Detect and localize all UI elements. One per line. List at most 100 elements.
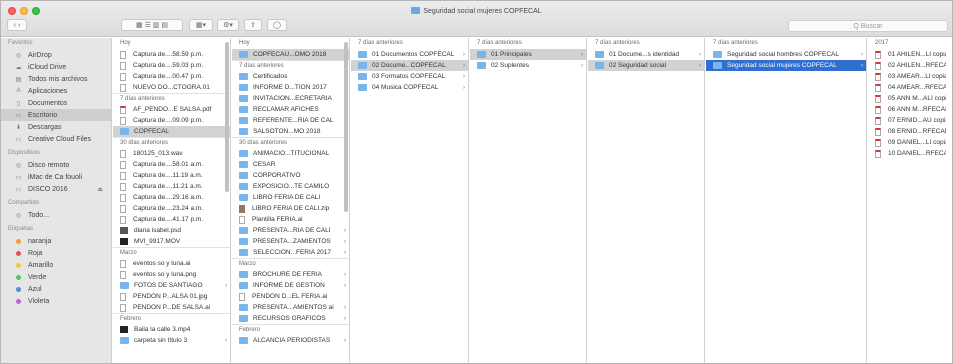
tag-button[interactable]: ◯ <box>267 19 287 31</box>
list-item[interactable]: LIBRO FERIA DE CALI› <box>232 192 349 203</box>
list-item[interactable]: PRESENTA...ZAMIENTOS › <box>232 236 349 247</box>
list-item[interactable]: 07 ERNID...AU copia.pdf <box>868 115 952 126</box>
sidebar-item[interactable]: ▭ Escritorio <box>1 109 111 121</box>
list-item[interactable]: BROCHURE DE FERIA › <box>232 269 349 280</box>
search-input[interactable]: Q Buscar <box>788 20 948 32</box>
list-item[interactable]: Captura de....59.03 p.m. <box>113 60 230 71</box>
list-item[interactable]: COPFECAU...OMO 2018› <box>232 49 349 60</box>
back-forward-button[interactable]: ‹ › <box>7 19 27 31</box>
list-item[interactable]: PENDON D...EL FERIA.ai <box>232 291 349 302</box>
list-item[interactable]: PENDON P...DE SALSA.ai <box>113 302 230 313</box>
list-item[interactable]: 01 Principales › <box>470 49 586 60</box>
sidebar-tag[interactable]: Verde <box>1 271 111 283</box>
sidebar-item[interactable]: ▭ Creative Cloud Files <box>1 133 111 145</box>
list-item[interactable]: 08 ERNID...RFECAL.pdf <box>868 126 952 137</box>
share-button[interactable]: ⇧ <box>244 19 262 31</box>
list-item[interactable]: 180125_013.wav <box>113 148 230 159</box>
sidebar-item[interactable]: ◎ Disco remoto <box>1 159 111 171</box>
sidebar-tag[interactable]: naranja <box>1 235 111 247</box>
list-item[interactable]: PRESENTA...RIA DE CALI › <box>232 225 349 236</box>
list-item[interactable]: CESAR› <box>232 159 349 170</box>
list-item[interactable]: 04 Musica COPFECAL › <box>351 82 468 93</box>
list-item[interactable]: 06 ANN M...RFECAL.pdf <box>868 104 952 115</box>
sidebar-item[interactable]: ▤ Todos mis archivos <box>1 73 111 85</box>
list-item[interactable]: RECLAMAR AFICHES› <box>232 104 349 115</box>
list-item[interactable]: 05 ANN M...ALI copia.pdf <box>868 93 952 104</box>
list-item[interactable]: 09 DANIEL...LI copia.pdf <box>868 137 952 148</box>
list-item[interactable]: eventos so y luna.png <box>113 269 230 280</box>
list-item[interactable]: Captura de....11.21 a.m. <box>113 181 230 192</box>
list-item[interactable]: Captura de....41.17 p.m. <box>113 214 230 225</box>
list-item[interactable]: Seguridad social mujeres COPFECAL › <box>706 60 866 71</box>
list-item[interactable]: INFORME D...TIÓN 2017› <box>232 82 349 93</box>
scrollbar[interactable] <box>225 42 229 192</box>
view-mode-buttons[interactable]: ▦ ☰ ▥ ▤ <box>121 19 183 31</box>
list-item[interactable]: 01 AHILEN...LI copia.pdf <box>868 49 952 60</box>
list-item[interactable]: 10 DANIEL...RFECAL.pdf <box>868 148 952 159</box>
list-item[interactable]: 01 Docume...s identidad › <box>588 49 704 60</box>
list-item[interactable]: CORPORATIVO› <box>232 170 349 181</box>
list-item[interactable]: 02 AHILEN...RFECAL.pdf <box>868 60 952 71</box>
list-item[interactable]: 01 Documentos COPFECAL › <box>351 49 468 60</box>
list-item[interactable]: PENDON P...ALSA 01.jpg <box>113 291 230 302</box>
list-item[interactable]: AF_PENDO...E SALSA.pdf <box>113 104 230 115</box>
list-item[interactable]: RECURSOS GRÁFICOS › <box>232 313 349 324</box>
list-item[interactable]: Certificados› <box>232 71 349 82</box>
list-item[interactable]: SALSOTON...MO 2018› <box>232 126 349 137</box>
sidebar-item[interactable]: ▯ Documentos <box>1 97 111 109</box>
sidebar-tag[interactable]: Roja <box>1 247 111 259</box>
list-item[interactable]: EXPOSICIÓ...TE CAMILO› <box>232 181 349 192</box>
list-item[interactable]: REFERENTE...RIA DE CAL› <box>232 115 349 126</box>
list-item[interactable]: FOTOS DE SANTIAGO › <box>113 280 230 291</box>
list-item-label: Captura de....11.19 a.m. <box>133 172 203 179</box>
list-item[interactable]: eventos so y luna.ai <box>113 258 230 269</box>
group-button[interactable]: ▦▾ <box>189 19 213 31</box>
list-item[interactable]: Captura de....11.19 a.m. <box>113 170 230 181</box>
sidebar-item[interactable]: ▭ iMac de Ca fouoli <box>1 171 111 183</box>
scrollbar[interactable] <box>344 42 348 212</box>
sidebar-tag[interactable]: Amarillo <box>1 259 111 271</box>
list-item[interactable]: ANIMACIÓ...TITUCIONAL› <box>232 148 349 159</box>
list-item[interactable]: COPFECAL› <box>113 126 230 137</box>
list-item[interactable]: diana isabel.psd <box>113 225 230 236</box>
eject-icon[interactable]: ⏏ <box>97 186 103 193</box>
list-item[interactable]: 04 AMEAR...RFECAL.pdf <box>868 82 952 93</box>
list-item[interactable]: NUEVO DO...CTOGRA.01 <box>113 82 230 93</box>
column-3: 7 días anteriores 01 Documentos COPFECAL ›… <box>351 38 469 363</box>
list-item-label: PRESENTA...AMIENTOS ai <box>253 304 334 311</box>
list-item[interactable]: ALCANCIA PERIODISTAS › <box>232 335 349 346</box>
list-item[interactable]: PRESENTA...AMIENTOS ai › <box>232 302 349 313</box>
list-item[interactable]: SELECCION...FERIA 2017 › <box>232 247 349 258</box>
list-item[interactable]: Plantilla FERIA.ai <box>232 214 349 225</box>
sidebar-item[interactable]: ◎ Todo... <box>1 209 111 221</box>
pdf-icon <box>875 105 881 114</box>
list-item[interactable]: 02 Seguridad social › <box>588 60 704 71</box>
list-item[interactable]: 02 Suplentes › <box>470 60 586 71</box>
list-item[interactable]: MVI_9917.MOV <box>113 236 230 247</box>
folder-icon <box>239 51 248 58</box>
sidebar-item[interactable]: ⬇ Descargas <box>1 121 111 133</box>
list-item[interactable]: Captura de....58.59 p.m. <box>113 49 230 60</box>
list-item[interactable]: INVITACION...ECRETARIA› <box>232 93 349 104</box>
list-item[interactable]: Seguridad social hombres COPFECAL › <box>706 49 866 60</box>
sidebar-item[interactable]: ◎ AirDrop <box>1 49 111 61</box>
pdf-icon <box>875 83 881 92</box>
list-item[interactable]: Captura de....09.09 p.m. <box>113 115 230 126</box>
sidebar-item[interactable]: A Aplicaciones <box>1 85 111 97</box>
list-item[interactable]: carpeta sin título 3 › <box>113 335 230 346</box>
sidebar-item[interactable]: ▭ DISCO 2016 ⏏ <box>1 183 111 195</box>
sidebar-item[interactable]: ☁ iCloud Drive <box>1 61 111 73</box>
list-item[interactable]: Captura de....58.01 a.m. <box>113 159 230 170</box>
action-button[interactable]: ⚙▾ <box>217 19 239 31</box>
list-item[interactable]: Baila la calle 3.mp4 <box>113 324 230 335</box>
sidebar-tag[interactable]: Azul <box>1 283 111 295</box>
list-item[interactable]: LIBRO FERIA DE CALI.zip <box>232 203 349 214</box>
list-item[interactable]: INFORME DE GESTION › <box>232 280 349 291</box>
sidebar-tag[interactable]: Violeta <box>1 295 111 307</box>
list-item[interactable]: 03 Formatos COPFECAL › <box>351 71 468 82</box>
list-item[interactable]: 03 AMEAR...Ll copia.pdf <box>868 71 952 82</box>
list-item[interactable]: Captura de....23.24 a.m. <box>113 203 230 214</box>
list-item[interactable]: Captura de....00.47 p.m. <box>113 71 230 82</box>
list-item[interactable]: Captura de....29.16 a.m. <box>113 192 230 203</box>
list-item[interactable]: 02 Docume...COPFECAL › <box>351 60 468 71</box>
